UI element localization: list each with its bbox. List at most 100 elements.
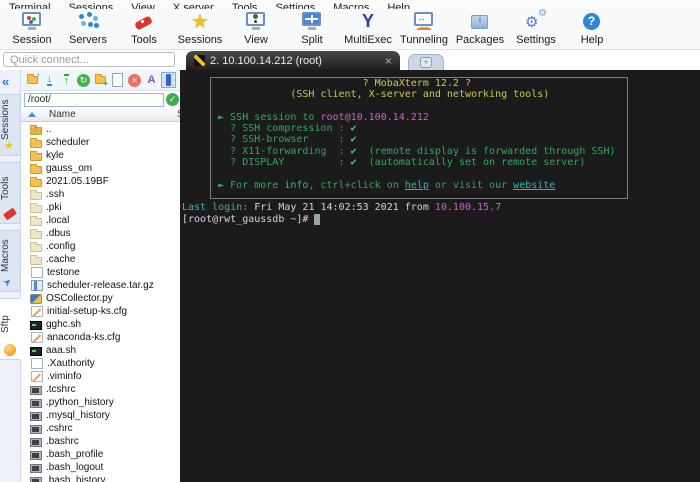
file-name: OSCollector.py [46, 293, 113, 304]
file-config-icon [31, 306, 43, 317]
file-row[interactable]: scheduler [21, 136, 180, 149]
terminal-area[interactable]: ? MobaXterm 12.2 ? (SSH client, X-server… [180, 70, 700, 482]
file-row[interactable]: .ssh [21, 188, 180, 201]
file-name: testone [47, 267, 80, 278]
file-row[interactable]: .cache [21, 253, 180, 266]
file-row[interactable]: initial-setup-ks.cfg [21, 305, 180, 318]
file-row[interactable]: .Xauthority [21, 357, 180, 370]
folder-up-icon [30, 124, 42, 135]
file-row[interactable]: .python_history [21, 396, 180, 409]
file-row[interactable]: .config [21, 240, 180, 253]
file-row[interactable]: OSCollector.py [21, 292, 180, 305]
toolbar-tunneling-button[interactable]: ↔ Tunneling [396, 11, 452, 46]
toolbar-view-button[interactable]: View [228, 11, 284, 46]
delete-icon[interactable] [127, 72, 142, 88]
folder-icon [30, 150, 42, 161]
toolbar-help-button[interactable]: Help [564, 11, 620, 46]
toolbar-split-button[interactable]: Split [284, 11, 340, 46]
file-row[interactable]: .bash_logout [21, 461, 180, 474]
tab-active-session[interactable]: 2. 10.100.14.212 (root) × [186, 51, 400, 70]
file-row[interactable]: gauss_om [21, 162, 180, 175]
sidebar-tab-tools[interactable]: Tools [0, 162, 21, 224]
file-row[interactable]: .bashrc [21, 435, 180, 448]
rename-icon[interactable] [144, 72, 159, 88]
file-row[interactable]: .pki [21, 201, 180, 214]
toolbar-packages-button[interactable]: ↓ Packages [452, 11, 508, 46]
file-name: gauss_om [46, 163, 93, 174]
file-row[interactable]: .cshrc [21, 422, 180, 435]
sidebar-tab-sessions[interactable]: Sessions [0, 94, 21, 156]
name-column-header[interactable]: Name [49, 109, 76, 120]
tab-title: 2. 10.100.14.212 (root) [210, 54, 322, 67]
toolbar-button-label: MultiExec [344, 34, 392, 46]
newfolder-icon[interactable]: + [93, 72, 108, 88]
terminal-line: ? X11-forwarding : ✔ (remote display is … [182, 145, 616, 157]
toolbar-tools-button[interactable]: Tools [116, 11, 172, 46]
file-row[interactable]: .bash_history [21, 474, 180, 482]
collapse-sidebar-icon[interactable]: « [2, 74, 9, 89]
folder-pale-icon [30, 228, 42, 239]
upload-icon[interactable] [59, 72, 74, 88]
file-row[interactable]: .local [21, 214, 180, 227]
file-name: .config [46, 241, 76, 252]
file-row[interactable]: .dbus [21, 227, 180, 240]
file-name: scheduler [46, 137, 90, 148]
multiexec-icon [355, 11, 381, 33]
toolbar-button-label: Tools [131, 34, 157, 46]
file-row[interactable]: .tcshrc [21, 383, 180, 396]
file-name: .bash_profile [46, 449, 104, 460]
sort-ascending-icon [28, 112, 36, 117]
file-row[interactable]: aaa.sh [21, 344, 180, 357]
toolbar-button-label: Split [301, 34, 323, 46]
toolbar-button-label: Sessions [177, 34, 223, 46]
tab-bar: 2. 10.100.14.212 (root) × + [180, 50, 700, 70]
file-row[interactable]: 2021.05.19BF [21, 175, 180, 188]
plane-icon [4, 276, 16, 288]
file-row[interactable]: gghc.sh [21, 318, 180, 331]
file-list-header[interactable]: Name Si [21, 108, 180, 122]
file-row[interactable]: testone [21, 266, 180, 279]
file-row[interactable]: anaconda-ks.cfg [21, 331, 180, 344]
close-tab-icon[interactable]: × [385, 55, 392, 67]
refresh-icon[interactable] [76, 72, 91, 88]
folder-pale-icon [30, 215, 42, 226]
terminal-line: ► For more info, ctrl+click on help or v… [182, 179, 556, 191]
new-tab-button[interactable]: + [408, 54, 444, 70]
quick-connect-input[interactable] [3, 52, 175, 67]
toolbar-sessions-button[interactable]: Sessions [172, 9, 228, 46]
file-name: kyle [46, 150, 64, 161]
toolbar-button-label: Help [580, 34, 604, 46]
file-name: 2021.05.19BF [46, 176, 109, 187]
file-list: .. scheduler kyle gauss_om 2021.05.19BF .ssh.… [21, 123, 180, 482]
sidebar-tab-macros[interactable]: Macros [0, 230, 21, 292]
bar-icon[interactable] [161, 72, 176, 88]
help-icon [579, 11, 605, 33]
toolbar-session-button[interactable]: Session [4, 11, 60, 46]
file-script-gray-icon [30, 424, 42, 434]
star-icon [4, 140, 16, 152]
file-row[interactable]: scheduler-release.tar.gz [21, 279, 180, 292]
sidebar-tab-sftp[interactable]: Sftp [0, 298, 21, 360]
terminal-line: ? SSH-browser : ✔ [182, 134, 357, 146]
download-icon[interactable] [42, 72, 57, 88]
file-script-dark-icon [30, 346, 42, 356]
file-row[interactable]: .bash_profile [21, 448, 180, 461]
sidebar-tab-label: Sftp [0, 315, 11, 333]
toolbar-servers-button[interactable]: Servers [60, 11, 116, 46]
toolbar-multiexec-button[interactable]: MultiExec [340, 11, 396, 46]
file-row[interactable]: .. [21, 123, 180, 136]
file-row[interactable]: kyle [21, 149, 180, 162]
newfile-icon[interactable] [110, 72, 125, 88]
homefolder-icon[interactable]: ↑ [25, 71, 40, 88]
file-row[interactable]: .mysql_history [21, 409, 180, 422]
file-script-gray-icon [30, 463, 42, 473]
path-confirm-icon[interactable]: ✓ [166, 93, 179, 106]
file-row[interactable]: .viminfo [21, 370, 180, 383]
file-name: .. [46, 124, 52, 135]
file-name: .viminfo [47, 371, 82, 382]
toolbar-settings-button[interactable]: Settings [508, 8, 564, 46]
file-python-icon [30, 293, 42, 304]
sftp-path-input[interactable] [24, 92, 164, 107]
